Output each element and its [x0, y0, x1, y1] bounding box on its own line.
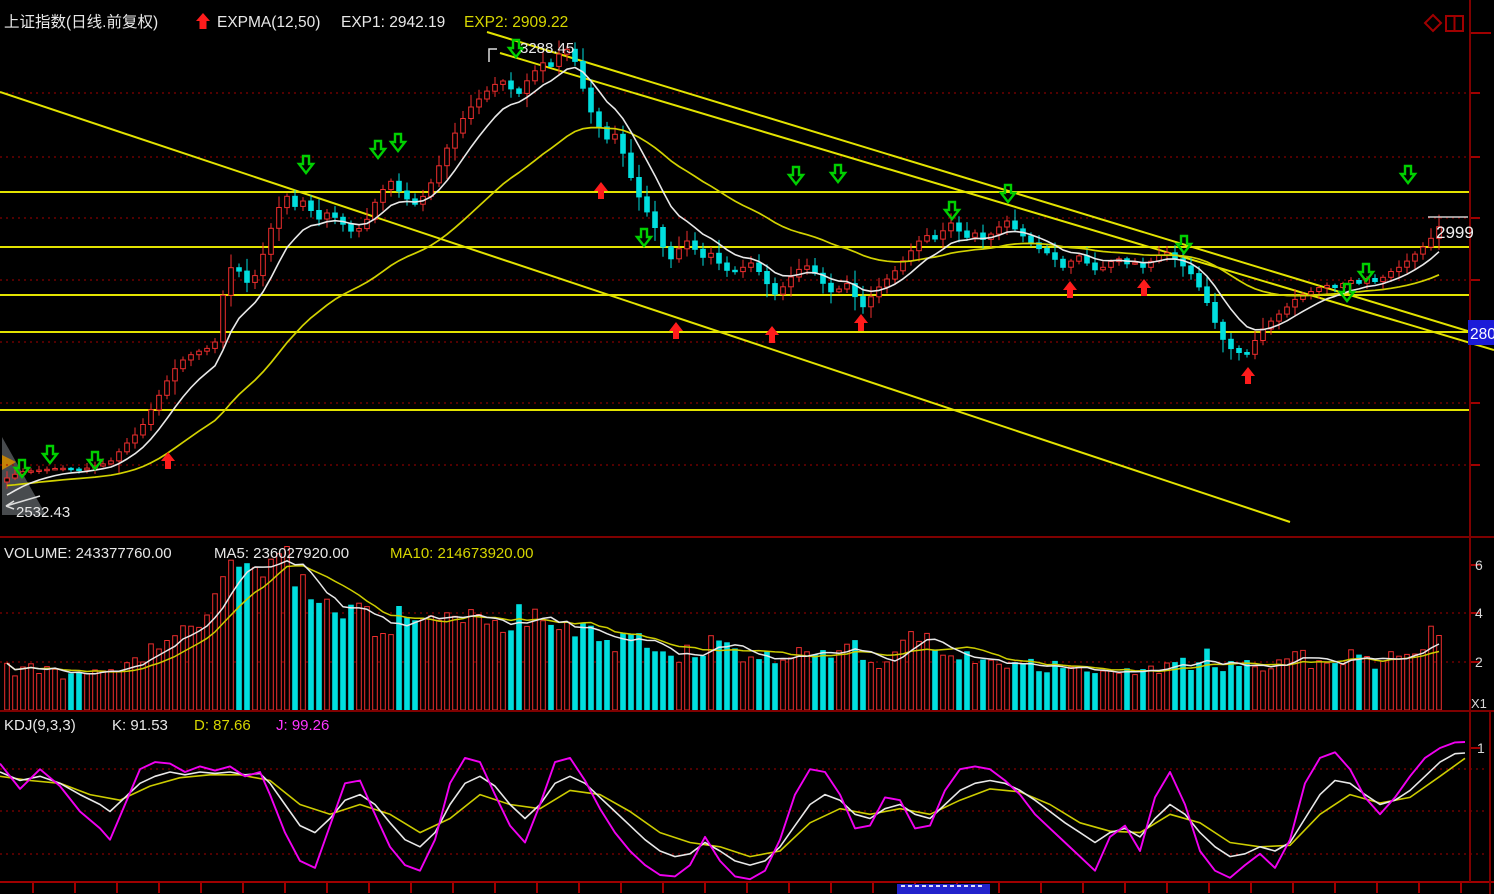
volume-axis-tick-2: 2: [1475, 654, 1483, 670]
price-tag: 280: [1468, 320, 1494, 345]
stock-chart-window: 上证指数(日线.前复权) EXPMA(12,50) EXP1: 2942.19 …: [0, 0, 1494, 894]
chart-canvas: 上证指数(日线.前复权) EXPMA(12,50) EXP1: 2942.19 …: [0, 0, 1494, 894]
volume-axis-tick-6: 6: [1475, 557, 1483, 573]
volume-axis-tick-4: 4: [1475, 605, 1483, 621]
price-tag-label: 280: [1470, 326, 1494, 343]
volume-pane[interactable]: [0, 537, 1470, 711]
main-pane[interactable]: [0, 0, 1470, 537]
right-axis-labels: 6 4 2 X1 1: [1471, 557, 1487, 756]
volume-axis-unit: X1: [1471, 696, 1487, 711]
kdj-pane[interactable]: [0, 711, 1470, 882]
kdj-axis-tick: 1: [1477, 740, 1485, 756]
